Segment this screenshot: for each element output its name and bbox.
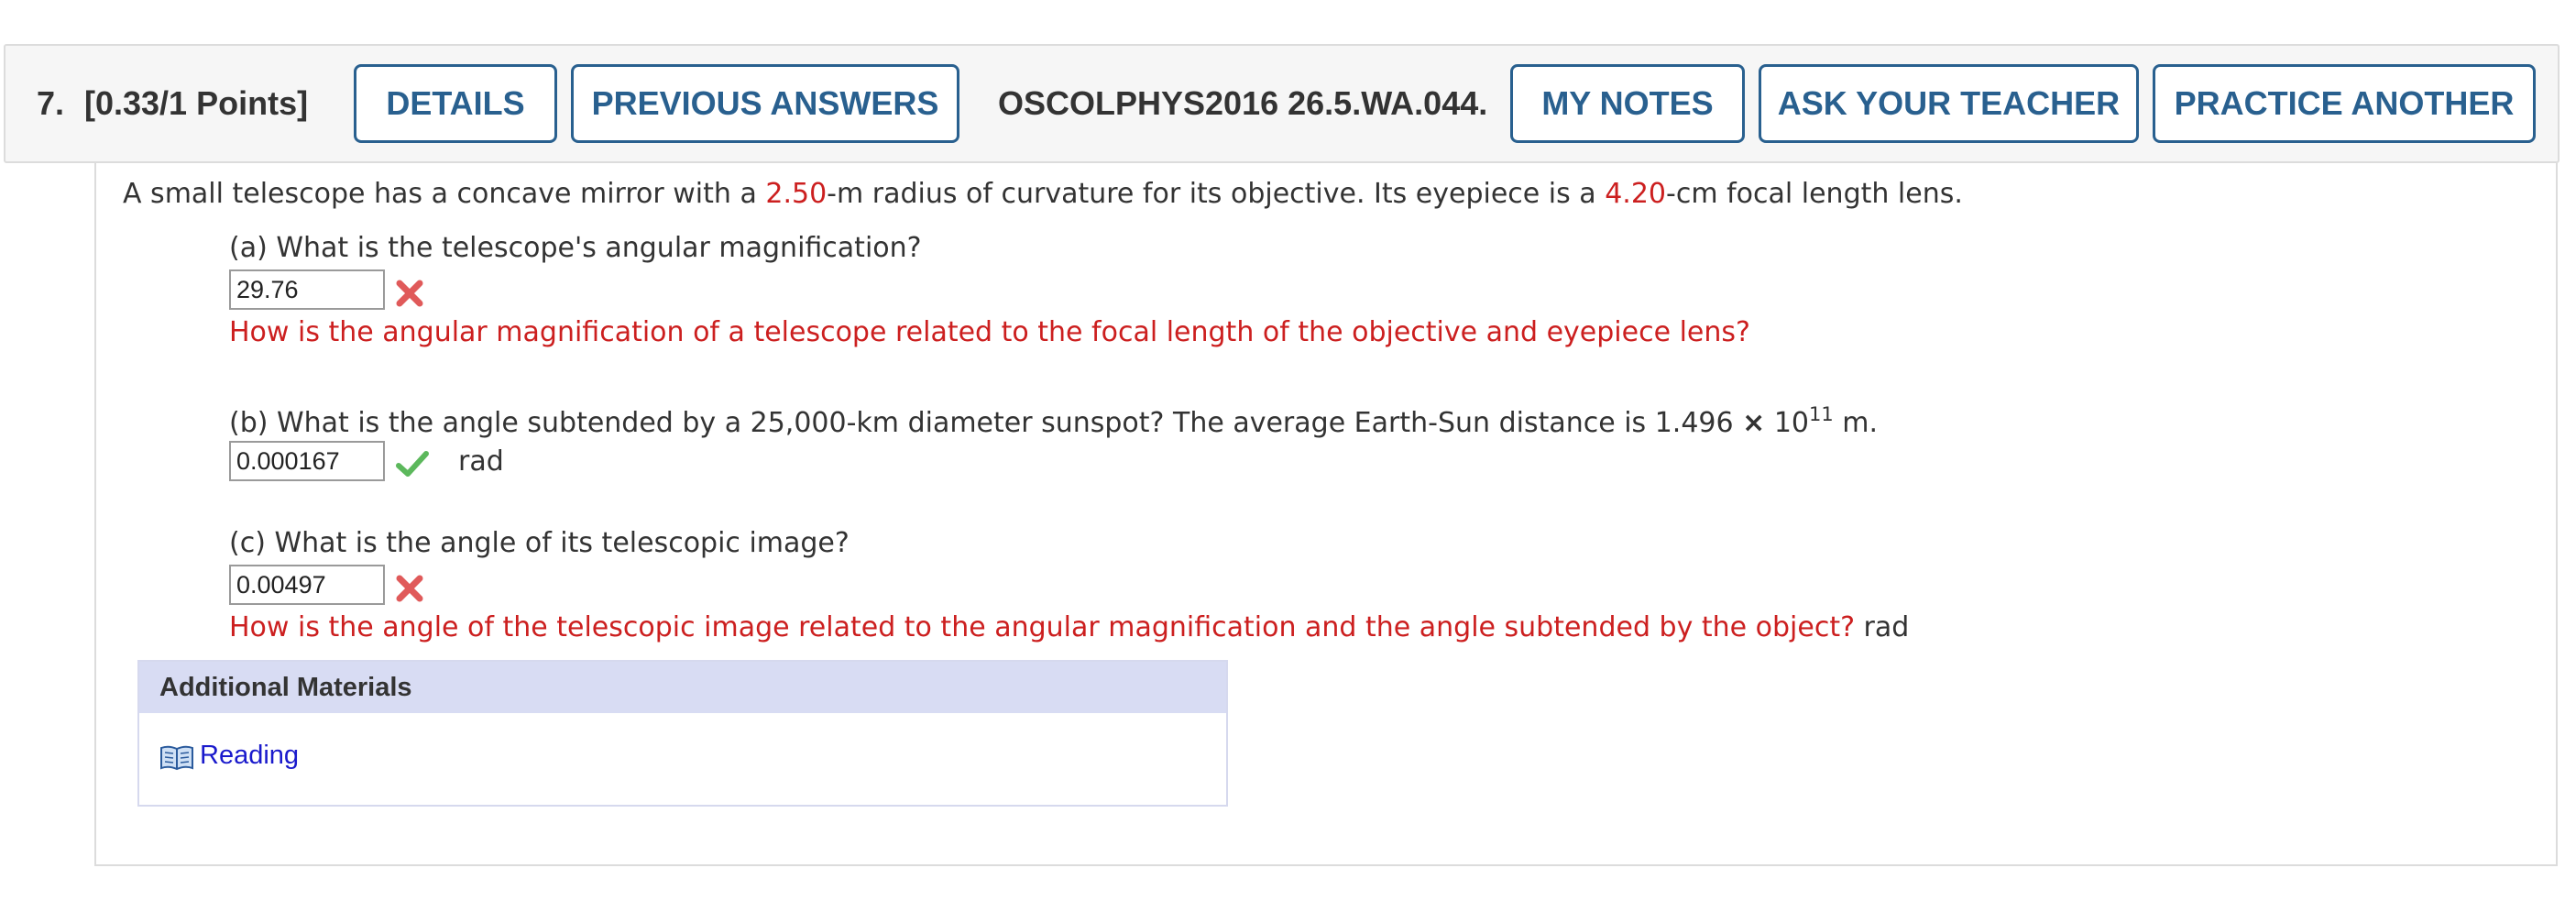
question-header: 7. [0.33/1 Points] DETAILS PREVIOUS ANSW… (4, 44, 2560, 163)
part-a-hint: How is the angular magnification of a te… (229, 316, 1750, 348)
part-c-hint: How is the angle of the telescopic image… (229, 611, 1855, 643)
part-a-answer-input[interactable] (229, 269, 385, 310)
additional-materials-panel: Additional Materials Reading (137, 660, 1228, 807)
part-b-answer-input[interactable] (229, 441, 385, 481)
eyepiece-focal-length-value: 4.20 (1605, 178, 1667, 210)
question-number: 7. (37, 84, 65, 122)
question-intro: A small telescope has a concave mirror w… (123, 178, 1963, 210)
correct-check-icon (396, 451, 429, 477)
question-points: [0.33/1 Points] (84, 84, 309, 122)
problem-code: OSCOLPHYS2016 26.5.WA.044. (998, 84, 1488, 122)
incorrect-x-icon (396, 575, 423, 602)
previous-answers-button[interactable]: PREVIOUS ANSWERS (571, 64, 959, 143)
part-c-unit: rad (1863, 611, 1910, 643)
part-a-prompt: (a) What is the telescope's angular magn… (229, 232, 922, 264)
additional-materials-title: Additional Materials (139, 662, 1226, 713)
part-b-prompt: (b) What is the angle subtended by a 25,… (229, 403, 1879, 439)
details-button[interactable]: DETAILS (354, 64, 557, 143)
part-c-hint-line: How is the angle of the telescopic image… (229, 611, 1909, 643)
book-icon (160, 745, 193, 771)
incorrect-x-icon (396, 280, 423, 307)
reading-link[interactable]: Reading (200, 741, 299, 771)
mirror-radius-value: 2.50 (765, 178, 828, 210)
part-c-answer-input[interactable] (229, 565, 385, 605)
practice-another-button[interactable]: PRACTICE ANOTHER (2153, 64, 2536, 143)
part-c-prompt: (c) What is the angle of its telescopic … (229, 527, 850, 559)
my-notes-button[interactable]: MY NOTES (1510, 64, 1745, 143)
ask-your-teacher-button[interactable]: ASK YOUR TEACHER (1759, 64, 2139, 143)
part-b-unit: rad (458, 445, 504, 478)
